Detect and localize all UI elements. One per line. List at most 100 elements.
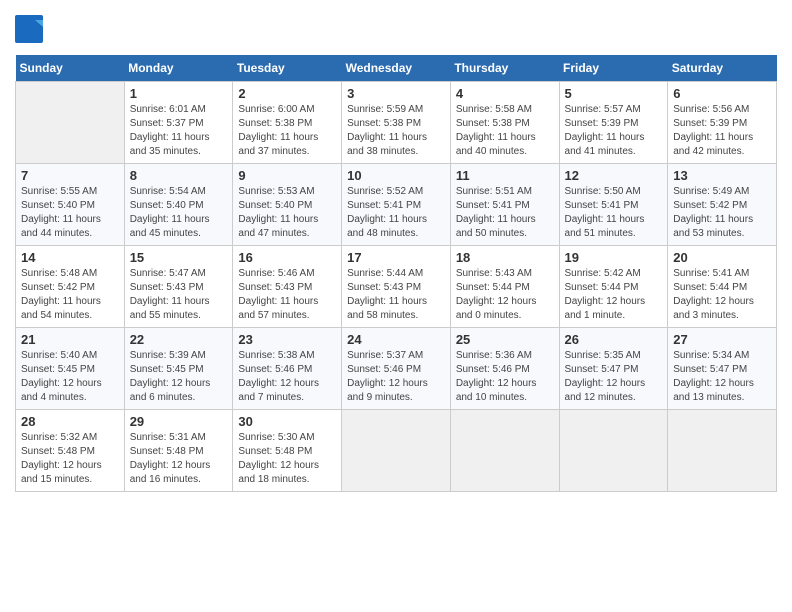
day-info: Sunrise: 5:43 AM Sunset: 5:44 PM Dayligh… (456, 267, 554, 323)
page-header (15, 15, 777, 45)
calendar-cell: 15 Sunrise: 5:47 AM Sunset: 5:43 PM Dayli… (124, 246, 233, 328)
day-number: 13 (673, 168, 771, 183)
calendar-cell: 3Sunrise: 5:59 AM Sunset: 5:38 PM Daylig… (342, 82, 451, 164)
day-info: Sunrise: 5:32 AM Sunset: 5:48 PM Dayligh… (21, 431, 119, 487)
day-number: 10 (347, 168, 445, 183)
logo-icon (15, 15, 45, 45)
calendar-cell: 13 Sunrise: 5:49 AM Sunset: 5:42 PM Dayli… (668, 164, 777, 246)
day-number: 19 (565, 250, 663, 265)
header-day: Friday (559, 55, 668, 82)
calendar-week: 7 Sunrise: 5:55 AM Sunset: 5:40 PM Daylig… (16, 164, 777, 246)
day-number: 7 (21, 168, 119, 183)
day-info: Sunrise: 5:50 AM Sunset: 5:41 PM Dayligh… (565, 185, 663, 241)
header-day: Tuesday (233, 55, 342, 82)
day-info: Sunrise: 5:41 AM Sunset: 5:44 PM Dayligh… (673, 267, 771, 323)
calendar-cell: 28 Sunrise: 5:32 AM Sunset: 5:48 PM Dayli… (16, 410, 125, 492)
calendar-cell: 10 Sunrise: 5:52 AM Sunset: 5:41 PM Dayli… (342, 164, 451, 246)
day-info: Sunrise: 5:53 AM Sunset: 5:40 PM Dayligh… (238, 185, 336, 241)
day-info: Sunrise: 5:57 AM Sunset: 5:39 PM Dayligh… (565, 103, 663, 159)
calendar-cell: 24 Sunrise: 5:37 AM Sunset: 5:46 PM Dayli… (342, 328, 451, 410)
header-day: Saturday (668, 55, 777, 82)
day-number: 12 (565, 168, 663, 183)
day-info: Sunrise: 5:37 AM Sunset: 5:46 PM Dayligh… (347, 349, 445, 405)
day-number: 24 (347, 332, 445, 347)
day-number: 16 (238, 250, 336, 265)
calendar-cell: 9 Sunrise: 5:53 AM Sunset: 5:40 PM Daylig… (233, 164, 342, 246)
day-number: 20 (673, 250, 771, 265)
header-day: Sunday (16, 55, 125, 82)
day-number: 1 (130, 86, 228, 101)
day-number: 4 (456, 86, 554, 101)
day-info: Sunrise: 5:54 AM Sunset: 5:40 PM Dayligh… (130, 185, 228, 241)
day-number: 9 (238, 168, 336, 183)
calendar-cell: 17Sunrise: 5:44 AM Sunset: 5:43 PM Dayli… (342, 246, 451, 328)
calendar-week: 28 Sunrise: 5:32 AM Sunset: 5:48 PM Dayli… (16, 410, 777, 492)
calendar-cell: 21 Sunrise: 5:40 AM Sunset: 5:45 PM Dayli… (16, 328, 125, 410)
calendar-body: 1 Sunrise: 6:01 AM Sunset: 5:37 PM Daylig… (16, 82, 777, 492)
day-info: Sunrise: 5:55 AM Sunset: 5:40 PM Dayligh… (21, 185, 119, 241)
day-info: Sunrise: 5:42 AM Sunset: 5:44 PM Dayligh… (565, 267, 663, 323)
calendar-cell: 27 Sunrise: 5:34 AM Sunset: 5:47 PM Dayli… (668, 328, 777, 410)
day-number: 25 (456, 332, 554, 347)
calendar-cell: 4 Sunrise: 5:58 AM Sunset: 5:38 PM Daylig… (450, 82, 559, 164)
day-info: Sunrise: 6:01 AM Sunset: 5:37 PM Dayligh… (130, 103, 228, 159)
calendar-week: 21 Sunrise: 5:40 AM Sunset: 5:45 PM Dayli… (16, 328, 777, 410)
day-info: Sunrise: 5:36 AM Sunset: 5:46 PM Dayligh… (456, 349, 554, 405)
calendar-header: SundayMondayTuesdayWednesdayThursdayFrid… (16, 55, 777, 82)
calendar-cell: 23 Sunrise: 5:38 AM Sunset: 5:46 PM Dayli… (233, 328, 342, 410)
day-info: Sunrise: 5:59 AM Sunset: 5:38 PM Dayligh… (347, 103, 445, 159)
day-number: 14 (21, 250, 119, 265)
calendar-week: 1 Sunrise: 6:01 AM Sunset: 5:37 PM Daylig… (16, 82, 777, 164)
day-info: Sunrise: 5:31 AM Sunset: 5:48 PM Dayligh… (130, 431, 228, 487)
day-number: 15 (130, 250, 228, 265)
calendar-cell: 5Sunrise: 5:57 AM Sunset: 5:39 PM Daylig… (559, 82, 668, 164)
header-row: SundayMondayTuesdayWednesdayThursdayFrid… (16, 55, 777, 82)
calendar-cell: 30 Sunrise: 5:30 AM Sunset: 5:48 PM Dayli… (233, 410, 342, 492)
calendar-cell: 25 Sunrise: 5:36 AM Sunset: 5:46 PM Dayli… (450, 328, 559, 410)
day-info: Sunrise: 6:00 AM Sunset: 5:38 PM Dayligh… (238, 103, 336, 159)
calendar-table: SundayMondayTuesdayWednesdayThursdayFrid… (15, 55, 777, 492)
day-number: 8 (130, 168, 228, 183)
day-info: Sunrise: 5:47 AM Sunset: 5:43 PM Dayligh… (130, 267, 228, 323)
day-number: 30 (238, 414, 336, 429)
day-number: 27 (673, 332, 771, 347)
calendar-cell (559, 410, 668, 492)
day-info: Sunrise: 5:46 AM Sunset: 5:43 PM Dayligh… (238, 267, 336, 323)
day-number: 21 (21, 332, 119, 347)
day-info: Sunrise: 5:58 AM Sunset: 5:38 PM Dayligh… (456, 103, 554, 159)
calendar-cell: 26Sunrise: 5:35 AM Sunset: 5:47 PM Dayli… (559, 328, 668, 410)
calendar-cell (450, 410, 559, 492)
header-day: Monday (124, 55, 233, 82)
day-number: 23 (238, 332, 336, 347)
day-info: Sunrise: 5:38 AM Sunset: 5:46 PM Dayligh… (238, 349, 336, 405)
calendar-week: 14Sunrise: 5:48 AM Sunset: 5:42 PM Dayli… (16, 246, 777, 328)
calendar-cell: 22 Sunrise: 5:39 AM Sunset: 5:45 PM Dayli… (124, 328, 233, 410)
day-number: 29 (130, 414, 228, 429)
calendar-cell: 12 Sunrise: 5:50 AM Sunset: 5:41 PM Dayli… (559, 164, 668, 246)
day-info: Sunrise: 5:44 AM Sunset: 5:43 PM Dayligh… (347, 267, 445, 323)
calendar-cell: 20 Sunrise: 5:41 AM Sunset: 5:44 PM Dayli… (668, 246, 777, 328)
calendar-cell: 18Sunrise: 5:43 AM Sunset: 5:44 PM Dayli… (450, 246, 559, 328)
day-info: Sunrise: 5:40 AM Sunset: 5:45 PM Dayligh… (21, 349, 119, 405)
day-info: Sunrise: 5:39 AM Sunset: 5:45 PM Dayligh… (130, 349, 228, 405)
calendar-cell (16, 82, 125, 164)
day-number: 28 (21, 414, 119, 429)
day-info: Sunrise: 5:30 AM Sunset: 5:48 PM Dayligh… (238, 431, 336, 487)
day-info: Sunrise: 5:49 AM Sunset: 5:42 PM Dayligh… (673, 185, 771, 241)
day-info: Sunrise: 5:35 AM Sunset: 5:47 PM Dayligh… (565, 349, 663, 405)
day-number: 22 (130, 332, 228, 347)
calendar-cell: 8 Sunrise: 5:54 AM Sunset: 5:40 PM Daylig… (124, 164, 233, 246)
day-number: 6 (673, 86, 771, 101)
calendar-cell: 29 Sunrise: 5:31 AM Sunset: 5:48 PM Dayli… (124, 410, 233, 492)
day-info: Sunrise: 5:52 AM Sunset: 5:41 PM Dayligh… (347, 185, 445, 241)
day-info: Sunrise: 5:56 AM Sunset: 5:39 PM Dayligh… (673, 103, 771, 159)
logo (15, 15, 47, 45)
day-info: Sunrise: 5:34 AM Sunset: 5:47 PM Dayligh… (673, 349, 771, 405)
calendar-cell (342, 410, 451, 492)
calendar-cell: 11Sunrise: 5:51 AM Sunset: 5:41 PM Dayli… (450, 164, 559, 246)
header-day: Wednesday (342, 55, 451, 82)
calendar-cell: 7 Sunrise: 5:55 AM Sunset: 5:40 PM Daylig… (16, 164, 125, 246)
calendar-cell: 1 Sunrise: 6:01 AM Sunset: 5:37 PM Daylig… (124, 82, 233, 164)
calendar-cell: 6 Sunrise: 5:56 AM Sunset: 5:39 PM Daylig… (668, 82, 777, 164)
calendar-cell: 16 Sunrise: 5:46 AM Sunset: 5:43 PM Dayli… (233, 246, 342, 328)
